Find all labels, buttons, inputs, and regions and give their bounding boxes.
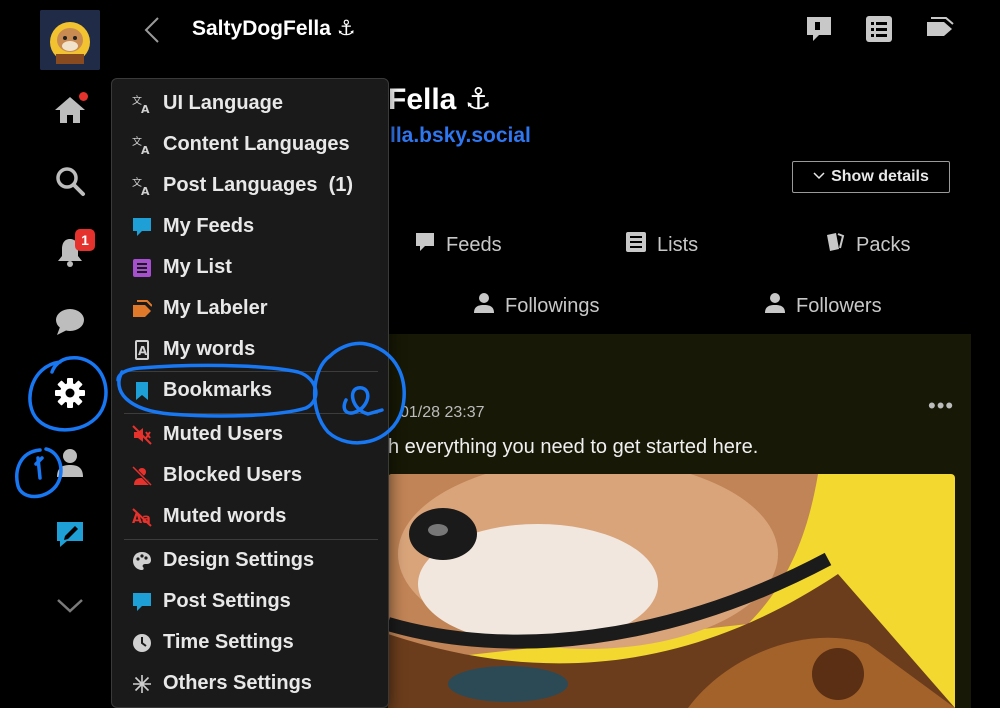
menu-item-label: Bookmarks [163, 379, 272, 401]
header-title: SaltyDogFella ⚓ [192, 17, 356, 40]
translate-icon: 文A [132, 94, 152, 114]
notification-count-badge: 1 [75, 229, 95, 251]
menu-item-muted-users[interactable]: Muted Users [112, 415, 388, 455]
profile-name: Fella ⚓ [388, 83, 492, 116]
menu-item-ui-language[interactable]: 文A UI Language [112, 84, 388, 124]
svg-text:A: A [141, 185, 150, 196]
show-details-button[interactable]: Show details [792, 161, 950, 193]
menu-item-label: My Feeds [163, 215, 255, 237]
post-languages-label: Post Languages [163, 174, 318, 196]
menu-item-others-settings[interactable]: Others Settings [112, 664, 388, 704]
post-text: h everything you need to get started her… [388, 436, 759, 458]
feed-icon[interactable] [804, 14, 834, 44]
more-options-icon[interactable]: ••• [928, 393, 954, 419]
person-icon [764, 292, 786, 320]
list-icon [625, 231, 647, 259]
block-user-icon [132, 466, 152, 486]
clock-icon [132, 633, 152, 653]
menu-item-label: Blocked Users [163, 464, 302, 486]
palette-icon [132, 551, 152, 571]
menu-item-my-list[interactable]: My List [112, 248, 388, 288]
menu-item-label: Post Languages (1) [163, 174, 353, 197]
feed-icon [414, 231, 436, 259]
menu-item-time-settings[interactable]: Time Settings [112, 623, 388, 663]
chevron-down-icon[interactable] [50, 585, 90, 625]
tab-followers[interactable]: Followers [764, 292, 882, 320]
bookmark-icon [132, 381, 152, 401]
menu-item-muted-words[interactable]: Aa Muted words [112, 497, 388, 537]
menu-item-label: Muted Users [163, 423, 284, 445]
translate-icon: 文A [132, 176, 152, 196]
notification-dot [79, 92, 88, 101]
post-timestamp: 01/28 23:37 [400, 404, 485, 421]
compose-icon[interactable] [50, 514, 90, 554]
tab-label: Feeds [446, 233, 502, 256]
svg-text:A: A [138, 344, 148, 358]
menu-item-post-languages[interactable]: 文A Post Languages (1) [112, 166, 388, 206]
chevron-left-icon[interactable] [140, 14, 164, 46]
svg-text:Aa: Aa [132, 512, 151, 527]
tab-label: Lists [657, 233, 699, 256]
search-icon[interactable] [50, 161, 90, 201]
mute-icon [132, 425, 152, 445]
menu-item-design-settings[interactable]: Design Settings [112, 541, 388, 581]
chevron-down-icon [813, 168, 825, 186]
post-languages-count: (1) [328, 174, 354, 196]
profile-handle[interactable]: lla.bsky.social [390, 124, 531, 148]
list-icon [132, 258, 152, 278]
list-icon[interactable] [864, 14, 894, 44]
muted-words-icon: Aa [132, 507, 152, 527]
settings-dropdown-menu: 文A UI Language 文A Content Languages 文A P… [111, 78, 389, 708]
svg-text:A: A [141, 103, 150, 114]
menu-item-bookmarks[interactable]: Bookmarks [112, 371, 388, 411]
person-icon [473, 292, 495, 320]
menu-item-content-languages[interactable]: 文A Content Languages [112, 125, 388, 165]
word-icon: A [132, 340, 152, 360]
menu-item-label: UI Language [163, 92, 284, 114]
tab-lists[interactable]: Lists [625, 231, 698, 259]
menu-item-my-labeler[interactable]: My Labeler [112, 289, 388, 329]
chat-icon[interactable] [50, 302, 90, 342]
menu-item-label: Time Settings [163, 631, 294, 653]
menu-item-label: Content Languages [163, 133, 350, 155]
menu-item-label: My Labeler [163, 297, 268, 319]
label-icon [132, 299, 152, 319]
tab-followings[interactable]: Followings [473, 292, 599, 320]
menu-item-my-feeds[interactable]: My Feeds [112, 207, 388, 247]
menu-item-label: Others Settings [163, 672, 312, 694]
tab-packs[interactable]: Packs [824, 231, 910, 259]
avatar[interactable] [40, 10, 100, 70]
gear-icon[interactable] [50, 373, 90, 413]
svg-text:A: A [141, 144, 150, 155]
menu-divider [124, 539, 378, 540]
menu-item-label: Design Settings [163, 549, 315, 571]
asterisk-icon [132, 674, 152, 694]
menu-divider [124, 413, 378, 414]
tab-label: Followings [505, 294, 600, 317]
menu-item-label: My List [163, 256, 232, 278]
menu-item-label: My words [163, 338, 256, 360]
menu-item-post-settings[interactable]: Post Settings [112, 582, 388, 622]
menu-item-my-words[interactable]: A My words [112, 330, 388, 370]
tab-label: Packs [856, 233, 911, 256]
menu-item-label: Post Settings [163, 590, 291, 612]
translate-icon: 文A [132, 135, 152, 155]
menu-item-label: Muted words [163, 505, 287, 527]
person-icon[interactable] [50, 443, 90, 483]
post-image[interactable] [388, 474, 955, 708]
menu-item-blocked-users[interactable]: Blocked Users [112, 456, 388, 496]
tab-feeds[interactable]: Feeds [414, 231, 502, 259]
chat-bubble-icon [132, 592, 152, 612]
packs-icon [824, 231, 846, 259]
show-details-label: Show details [831, 168, 929, 185]
label-icon[interactable] [924, 14, 954, 44]
tab-label: Followers [796, 294, 882, 317]
feed-icon [132, 217, 152, 237]
